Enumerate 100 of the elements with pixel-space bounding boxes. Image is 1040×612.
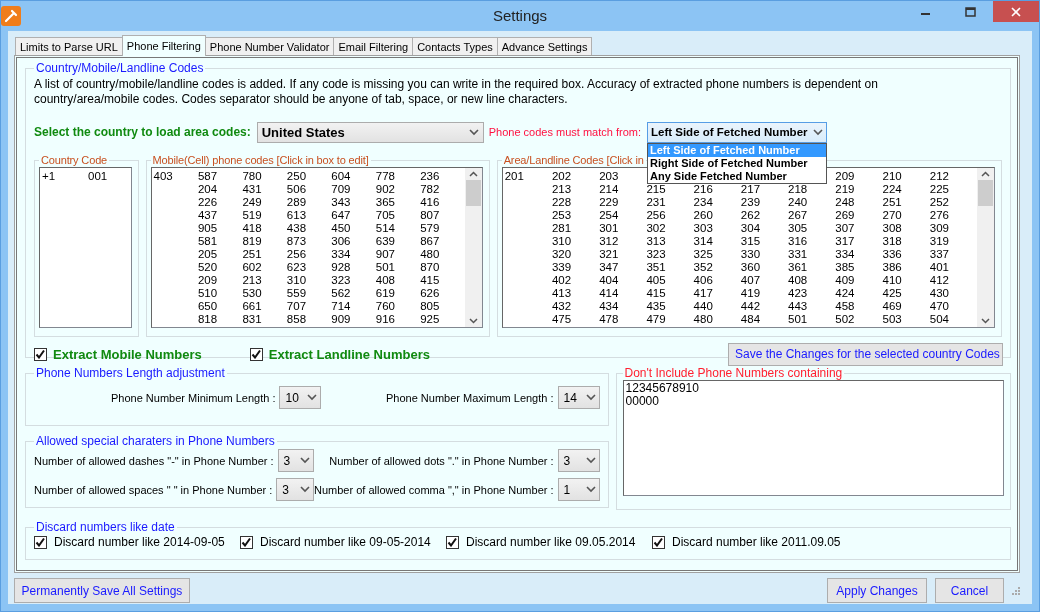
code-text: 519 xyxy=(242,209,262,222)
code-text: 315 xyxy=(740,235,761,248)
code-text: 559 xyxy=(286,287,307,300)
code-text: 858 xyxy=(286,313,307,326)
code-list[interactable]: +1 001 xyxy=(39,167,132,328)
code-text: 709 xyxy=(331,183,351,196)
number-dropdown[interactable]: 3 xyxy=(276,478,314,501)
code-text: 435 xyxy=(646,300,666,313)
code-text: 502 xyxy=(835,313,855,326)
field-label: Number of allowed comma "," in Phone Number : xyxy=(314,483,554,496)
code-text: 248 xyxy=(835,196,855,209)
check-icon xyxy=(250,349,262,359)
number-dropdown[interactable]: 1 xyxy=(557,478,600,501)
scroll-down-icon[interactable] xyxy=(468,318,478,324)
scroll-down-icon[interactable] xyxy=(981,318,990,324)
caret-icon xyxy=(585,457,596,464)
tab[interactable]: Phone Number Validator xyxy=(204,37,335,55)
checkbox-label: Extract Mobile Numbers xyxy=(53,346,202,362)
code-list[interactable] xyxy=(150,167,483,328)
scroll-thumb[interactable] xyxy=(978,180,993,206)
code-text: 475 xyxy=(551,313,572,326)
cancel-button[interactable]: Cancel xyxy=(935,578,1004,603)
code-text: 276 xyxy=(929,209,949,222)
code-text: 256 xyxy=(646,209,666,222)
tab[interactable]: Limits to Parse URL xyxy=(15,37,123,55)
code-text: 339 xyxy=(551,261,572,274)
dropdown-value: United States xyxy=(261,124,345,140)
code-text: 907 xyxy=(375,248,395,261)
code-text: 503 xyxy=(882,313,902,326)
tab[interactable]: Contacts Types xyxy=(412,37,498,55)
country-dropdown[interactable]: United States xyxy=(256,121,484,143)
code-text: 602 xyxy=(242,261,262,274)
save-all-button[interactable]: Permanently Save All Settings xyxy=(14,578,190,603)
code-text: 450 xyxy=(331,222,351,235)
tab[interactable]: Phone Filtering xyxy=(121,35,206,56)
code-text: 469 xyxy=(882,300,902,313)
code-text: 579 xyxy=(420,222,440,235)
code-text: 581 xyxy=(197,235,218,248)
text-area[interactable]: 12345678910 00000 xyxy=(622,380,1004,496)
number-dropdown[interactable]: 3 xyxy=(277,449,314,472)
save-button[interactable]: Save the Changes for the selected country Codes xyxy=(728,342,1003,366)
checkbox[interactable] xyxy=(34,535,47,549)
code-text: 314 xyxy=(693,235,713,248)
code-text: 213 xyxy=(242,274,262,287)
checkbox[interactable] xyxy=(240,535,253,549)
code-text: 249 xyxy=(242,196,262,209)
code-text: 408 xyxy=(375,274,395,287)
code-text: +1 xyxy=(42,170,56,183)
tab[interactable]: Advance Settings xyxy=(496,37,593,55)
field-label: Phone Number Minimum Length : xyxy=(111,391,276,404)
field-label: Number of allowed dots "." in Phone Number : xyxy=(329,454,554,467)
code-text: 323 xyxy=(331,274,351,287)
code-text: 309 xyxy=(929,222,949,235)
scroll-up-icon[interactable] xyxy=(981,171,990,177)
dropdown-option[interactable]: Any Side Fetched Number xyxy=(647,169,826,183)
code-text: 209 xyxy=(197,274,218,287)
check-icon xyxy=(35,537,46,547)
code-text: 639 xyxy=(375,235,395,248)
number-dropdown[interactable]: 3 xyxy=(557,449,600,472)
scrollbar[interactable] xyxy=(977,168,994,327)
code-text: 434 xyxy=(599,300,619,313)
checkbox[interactable] xyxy=(34,347,47,361)
code-text: 432 xyxy=(551,300,572,313)
code-text: 336 xyxy=(882,248,902,261)
code-text: 480 xyxy=(693,313,713,326)
scrollbar[interactable] xyxy=(464,168,482,327)
code-text: 514 xyxy=(375,222,395,235)
code-text: 201 xyxy=(504,170,524,183)
checkbox[interactable] xyxy=(652,535,665,549)
scroll-thumb[interactable] xyxy=(465,180,481,206)
code-text: 650 xyxy=(197,300,218,313)
number-dropdown[interactable]: 10 xyxy=(279,386,322,409)
code-text: 928 xyxy=(331,261,351,274)
dropdown-option[interactable]: Right Side of Fetched Number xyxy=(647,156,826,170)
code-text: 231 xyxy=(646,196,666,209)
match-dropdown[interactable]: Left Side of Fetched Number xyxy=(646,121,827,143)
code-text: 302 xyxy=(646,222,666,235)
code-text: 778 xyxy=(375,170,395,183)
code-text: 218 xyxy=(788,183,808,196)
code-text: 352 xyxy=(693,261,713,274)
code-text: 443 xyxy=(788,300,808,313)
code-text: 365 xyxy=(375,196,395,209)
code-text: 217 xyxy=(740,183,761,196)
code-text: 343 xyxy=(331,196,351,209)
apply-button[interactable]: Apply Changes xyxy=(827,578,927,603)
code-text: 807 xyxy=(420,209,440,222)
checkbox[interactable] xyxy=(249,347,263,361)
tab[interactable]: Email Filtering xyxy=(333,37,414,55)
group-title: Phone Numbers Length adjustment xyxy=(35,366,226,380)
checkbox[interactable] xyxy=(446,535,459,549)
close-button[interactable] xyxy=(993,1,1039,22)
field-label: Number of allowed spaces " " in Phone Number : xyxy=(34,483,273,496)
group-title: Country Code xyxy=(40,154,109,166)
code-text: 437 xyxy=(197,209,218,222)
dropdown-value: Left Side of Fetched Number xyxy=(650,126,808,138)
scroll-up-icon[interactable] xyxy=(468,171,478,177)
number-dropdown[interactable]: 14 xyxy=(557,386,600,409)
code-text: 306 xyxy=(331,235,351,248)
code-text: 219 xyxy=(835,183,855,196)
code-text: 401 xyxy=(929,261,949,274)
